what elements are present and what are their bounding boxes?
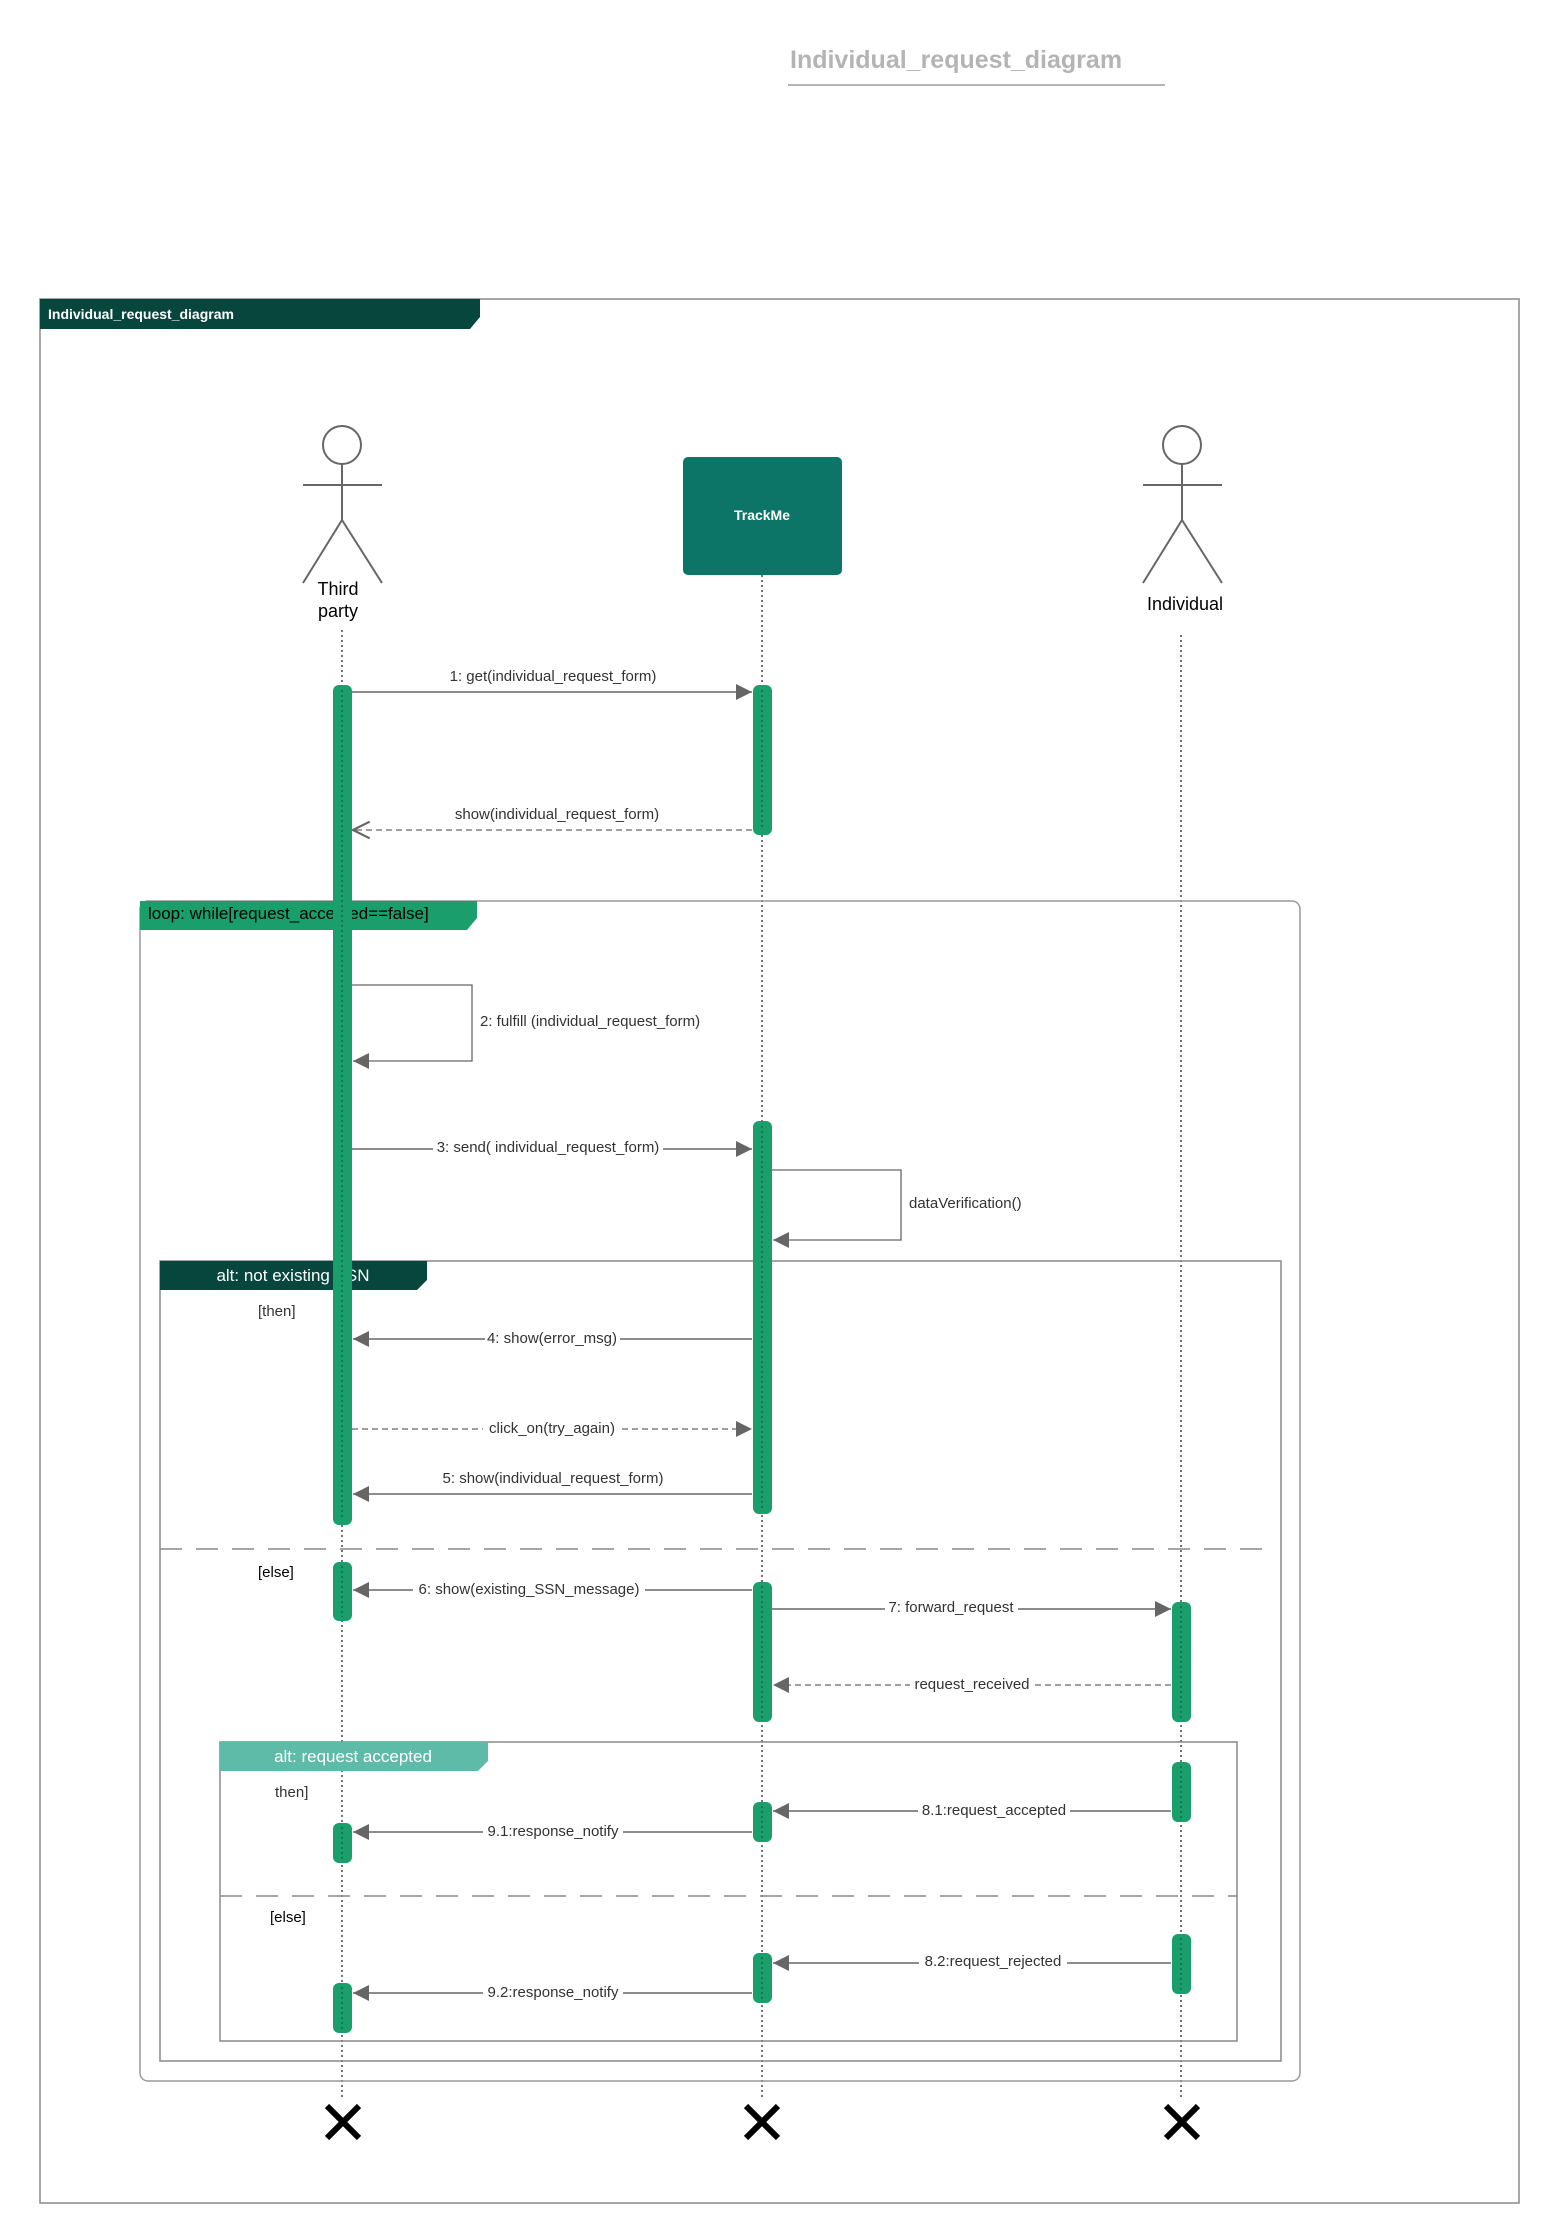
msg-dataverification-self-arrow — [772, 1169, 902, 1248]
alt-ssn-then-guard: [then] — [258, 1303, 296, 1320]
alt-accepted-fragment-label: alt: request accepted — [274, 1747, 432, 1766]
third-party-label-line2: party — [318, 601, 358, 621]
individual-label: Individual — [1147, 594, 1223, 614]
msg-7-return-label: request_received — [914, 1676, 1029, 1693]
alt-accepted-then-guard: then] — [275, 1784, 308, 1801]
trackme-destroy-icon — [743, 2103, 781, 2141]
msg-8-1-label: 8.1:request_accepted — [922, 1802, 1066, 1819]
frame-title: Individual_request_diagram — [48, 306, 234, 322]
third-party-destroy-icon — [324, 2103, 362, 2141]
individual-destroy-icon — [1163, 2103, 1201, 2141]
msg-2-self-arrow — [352, 984, 473, 1069]
msg-2-label: 2: fulfill (individual_request_form) — [480, 1013, 700, 1030]
trackme-label: TrackMe — [734, 507, 790, 523]
alt-accepted-else-guard: [else] — [270, 1909, 306, 1926]
loop-fragment — [139, 900, 1301, 2082]
msg-8-2-label: 8.2:request_rejected — [925, 1953, 1062, 1970]
alt-ssn-else-guard: [else] — [258, 1564, 294, 1581]
loop-fragment-label: loop: while[request_accepted==false] — [148, 904, 429, 923]
msg-7-label: 7: forward_request — [888, 1599, 1014, 1616]
msg-9-1-label: 9.1:response_notify — [488, 1823, 619, 1840]
msg-5-label: 5: show(individual_request_form) — [443, 1470, 664, 1487]
alt-accepted-fragment — [219, 1741, 1238, 2042]
msg-1-return-label: show(individual_request_form) — [455, 806, 659, 823]
msg-1-label: 1: get(individual_request_form) — [450, 668, 657, 685]
individual-actor-icon — [1142, 425, 1223, 584]
msg-click-label: click_on(try_again) — [489, 1420, 615, 1437]
msg-3-label: 3: send( individual_request_form) — [437, 1139, 660, 1156]
activation-bars — [333, 685, 1191, 2033]
alt-ssn-fragment — [159, 1260, 1282, 2062]
sequence-diagram: Individual_request_diagram Individual_re… — [39, 46, 1520, 2204]
third-party-actor-icon — [302, 425, 383, 584]
msg-4-label: 4: show(error_msg) — [487, 1330, 617, 1347]
diagram-frame — [39, 298, 1520, 2204]
third-party-label-line1: Third — [317, 579, 358, 599]
msg-6-label: 6: show(existing_SSN_message) — [419, 1581, 640, 1598]
msg-9-2-label: 9.2:response_notify — [488, 1984, 619, 2001]
page-title: Individual_request_diagram — [790, 46, 1122, 74]
msg-dataverification-label: dataVerification() — [909, 1195, 1022, 1212]
